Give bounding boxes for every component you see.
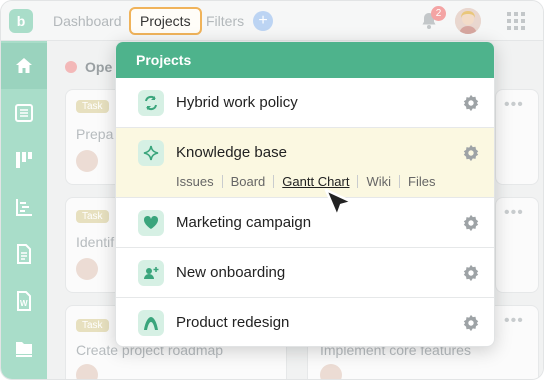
- sidebar-item-board[interactable]: [1, 137, 47, 183]
- sidebar-item-home[interactable]: [1, 43, 47, 89]
- projects-dropdown: Projects Hybrid work policy Knowledge ba…: [115, 41, 495, 347]
- add-user-icon: [138, 260, 164, 286]
- app-window: b Dashboard Projects Filters + 2 W Ope T…: [0, 0, 544, 380]
- home-icon: [16, 58, 32, 73]
- divider: [221, 175, 223, 188]
- sync-icon: [138, 90, 164, 116]
- gear-icon[interactable]: [462, 264, 480, 282]
- task-tag: Task: [76, 319, 109, 332]
- assignee-avatar: [76, 364, 98, 379]
- link-issues[interactable]: Issues: [176, 174, 214, 189]
- project-row[interactable]: Product redesign: [116, 298, 494, 346]
- sidebar-item-gantt[interactable]: [1, 184, 47, 230]
- svg-text:W: W: [20, 299, 28, 308]
- more-icon[interactable]: •••: [504, 204, 524, 222]
- project-name: Product redesign: [176, 314, 290, 331]
- project-name: New onboarding: [176, 264, 286, 281]
- more-icon[interactable]: •••: [504, 96, 524, 114]
- nav-dashboard[interactable]: Dashboard: [53, 13, 122, 29]
- document-icon: [17, 244, 31, 264]
- assignee-avatar: [76, 150, 98, 172]
- apps-grid-icon[interactable]: [507, 12, 525, 30]
- top-bar: b Dashboard Projects Filters + 2: [1, 1, 543, 41]
- status-dot: [65, 61, 77, 73]
- sparkle-icon: [138, 140, 164, 166]
- column-header: Ope: [65, 59, 112, 75]
- task-card[interactable]: •••: [495, 197, 539, 293]
- task-tag: Task: [76, 210, 109, 223]
- sidebar: W: [1, 41, 47, 379]
- add-button[interactable]: +: [253, 11, 273, 31]
- project-name: Hybrid work policy: [176, 94, 298, 111]
- nav-filters[interactable]: Filters: [206, 13, 244, 29]
- arch-icon: [138, 310, 164, 336]
- link-wiki[interactable]: Wiki: [366, 174, 391, 189]
- task-title: Identif: [76, 234, 115, 250]
- notification-badge: 2: [431, 6, 446, 21]
- task-card[interactable]: •••: [495, 89, 539, 185]
- project-row[interactable]: New onboarding: [116, 248, 494, 298]
- project-name: Marketing campaign: [176, 214, 312, 231]
- column-title: Ope: [85, 59, 113, 75]
- more-icon[interactable]: •••: [504, 312, 524, 330]
- link-board[interactable]: Board: [231, 174, 266, 189]
- task-tag: Task: [76, 100, 109, 113]
- avatar-image: [455, 8, 481, 34]
- mouse-cursor-icon: [324, 188, 354, 218]
- gear-icon[interactable]: [462, 314, 480, 332]
- user-avatar[interactable]: [455, 8, 481, 34]
- nav-projects[interactable]: Projects: [129, 7, 202, 35]
- project-sublinks: Issues Board Gantt Chart Wiki Files: [176, 174, 435, 189]
- divider: [357, 175, 359, 188]
- divider: [399, 175, 401, 188]
- assignee-avatar: [320, 364, 342, 379]
- project-row-highlighted[interactable]: Knowledge base Issues Board Gantt Chart …: [116, 128, 494, 198]
- sidebar-item-files[interactable]: [1, 325, 47, 371]
- kanban-icon: [16, 152, 32, 168]
- project-row[interactable]: Hybrid work policy: [116, 78, 494, 128]
- plus-icon: +: [258, 12, 268, 29]
- sidebar-item-list[interactable]: [1, 90, 47, 136]
- link-files[interactable]: Files: [408, 174, 435, 189]
- divider: [273, 175, 275, 188]
- project-name: Knowledge base: [176, 144, 287, 161]
- word-doc-icon: W: [17, 291, 31, 311]
- gear-icon[interactable]: [462, 94, 480, 112]
- gear-icon[interactable]: [462, 214, 480, 232]
- app-logo[interactable]: b: [9, 9, 33, 33]
- logo-letter: b: [16, 13, 26, 29]
- project-row[interactable]: Marketing campaign: [116, 198, 494, 248]
- task-title: Prepa: [76, 126, 114, 142]
- gear-icon[interactable]: [462, 144, 480, 162]
- list-icon: [15, 104, 33, 122]
- folder-icon: [16, 342, 32, 357]
- heart-icon: [138, 210, 164, 236]
- gantt-icon: [16, 199, 32, 216]
- sidebar-item-wiki[interactable]: W: [1, 278, 47, 324]
- dropdown-header: Projects: [116, 42, 494, 78]
- sidebar-item-docs[interactable]: [1, 231, 47, 277]
- assignee-avatar: [76, 258, 98, 280]
